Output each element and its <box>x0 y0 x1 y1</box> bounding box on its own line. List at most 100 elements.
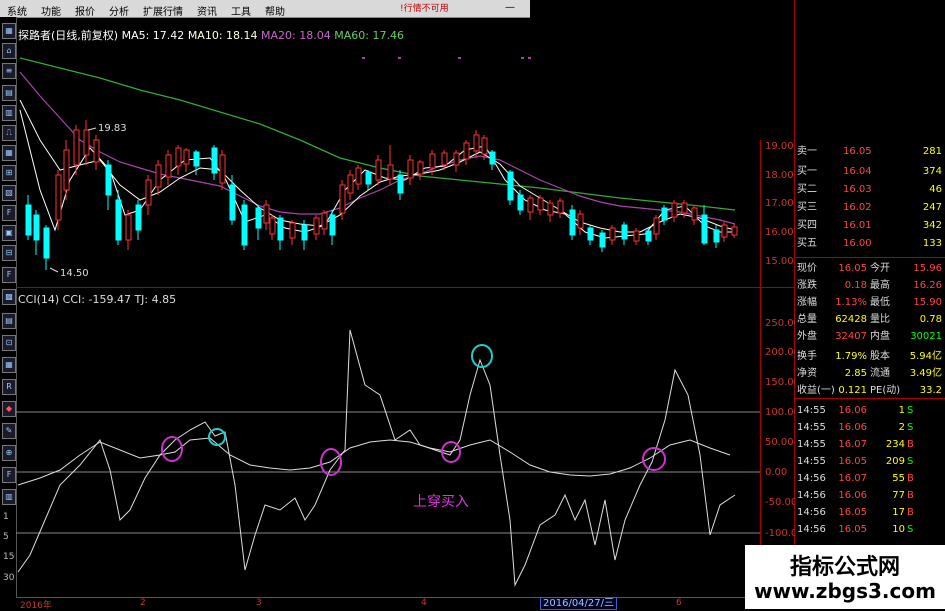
stat-label: 总量 <box>797 314 817 325</box>
tick-qty: 77 <box>892 490 905 501</box>
order-row: 买四 16.01 342 <box>795 217 945 234</box>
tick-time: 14:55 <box>797 405 826 416</box>
order-row: 买三 16.02 247 <box>795 199 945 216</box>
tick-time: 14:56 <box>797 473 826 484</box>
stat-value: 3.49亿 <box>909 368 942 379</box>
order-label: 卖一 <box>797 146 817 157</box>
tick-side: S <box>907 456 914 467</box>
tick-row: 14:56 16.05 10 S <box>795 521 945 538</box>
axis-divider <box>760 140 761 597</box>
order-label: 买二 <box>797 184 817 195</box>
tick-time: 14:55 <box>797 439 826 450</box>
price-tick-15: 15.00 <box>765 256 794 267</box>
stat-value: 2.85 <box>844 368 867 379</box>
stat-label: 涨幅 <box>797 297 817 308</box>
order-row: 卖一 16.05 281 <box>795 143 945 160</box>
low-label: 14.50 <box>60 268 89 279</box>
cursor-date-box: 2016/04/27/三 <box>540 597 618 610</box>
low-marker <box>49 267 59 273</box>
stat-row: 净资 2.85 流通 3.49亿 <box>795 365 945 382</box>
quote-panel: 卖一 16.05 281 买一 16.04 374 买二 16.03 46 买三 16.02 2… <box>795 140 945 609</box>
stat-value: 5.94亿 <box>909 351 942 362</box>
cci-tick-50: 50.00 <box>765 437 794 448</box>
stat-value: 15.90 <box>913 297 942 308</box>
stat-value: 62428 <box>835 314 867 325</box>
tick-time: 14:55 <box>797 422 826 433</box>
order-qty: 133 <box>922 238 942 249</box>
tick-row: 14:55 16.07 234 B <box>795 436 945 453</box>
high-marker <box>87 127 97 131</box>
stat-row: 收益(一) 0.121 PE(动) 33.2 <box>795 382 945 399</box>
watermark: 指标公式网 www.zbgs3.com <box>745 545 945 609</box>
tick-time: 14:56 <box>797 507 826 518</box>
tick-qty: 17 <box>892 507 905 518</box>
price-tick-17: 17.00 <box>765 198 794 209</box>
order-qty: 342 <box>922 220 942 231</box>
stat-value: 16.05 <box>838 263 867 274</box>
panel-sep-2 <box>795 398 945 399</box>
tick-qty: 2 <box>898 422 905 433</box>
date-tick: 4 <box>421 598 427 608</box>
stat-label: 涨跌 <box>797 280 817 291</box>
tj-line <box>17 437 731 486</box>
price-tick-19: 19.00 <box>765 141 794 152</box>
stat-value: 1.13% <box>835 297 867 308</box>
stat-label: 净资 <box>797 368 817 379</box>
stat-value: 15.96 <box>913 263 942 274</box>
order-price: 16.01 <box>843 220 872 231</box>
stat-value: 33.2 <box>919 385 942 396</box>
tick-time: 14:55 <box>797 456 826 467</box>
signal-dots <box>362 57 531 59</box>
stat-value: 0.121 <box>838 385 867 396</box>
panel-sep-1 <box>795 257 945 258</box>
stat-label: PE(动) <box>870 385 901 396</box>
tick-row: 14:56 16.05 17 B <box>795 504 945 521</box>
tick-row: 14:55 16.06 1 S <box>795 402 945 419</box>
cross-circle-6 <box>642 447 666 471</box>
price-tick-16: 16.00 <box>765 227 794 238</box>
order-price: 16.02 <box>843 202 872 213</box>
stat-label: 收益(一) <box>797 385 835 396</box>
tick-time: 14:56 <box>797 524 826 535</box>
cci-tick-0: 0.00 <box>765 467 788 478</box>
order-label: 买四 <box>797 220 817 231</box>
cross-circle-3 <box>320 448 342 476</box>
tick-qty: 55 <box>892 473 905 484</box>
stat-label: 外盘 <box>797 331 817 342</box>
watermark-url: www.zbgs3.com <box>754 579 936 603</box>
buy-annotation: 上穿买入 <box>413 494 469 510</box>
date-tick: 2016年 <box>20 601 52 611</box>
order-row: 买一 16.04 374 <box>795 163 945 180</box>
stat-value: 0.18 <box>844 280 867 291</box>
order-qty: 374 <box>922 166 942 177</box>
order-qty: 247 <box>922 202 942 213</box>
stat-value: 32407 <box>835 331 867 342</box>
stat-label: 最高 <box>870 280 890 291</box>
tick-row: 14:55 16.06 2 S <box>795 419 945 436</box>
order-label: 买一 <box>797 166 817 177</box>
date-tick: 2 <box>140 598 146 608</box>
stat-label: 最低 <box>870 297 890 308</box>
stat-label: 量比 <box>870 314 890 325</box>
tick-qty: 234 <box>885 439 905 450</box>
stat-row: 外盘 32407 内盘 30021 <box>795 328 945 345</box>
ma20-line <box>19 71 736 225</box>
price-tick-18: 18.00 <box>765 170 794 181</box>
tick-qty: 209 <box>885 456 905 467</box>
stat-label: 换手 <box>797 351 817 362</box>
stat-row: 涨跌 0.18 最高 16.26 <box>795 277 945 294</box>
chart-canvas <box>16 57 760 587</box>
watermark-title: 指标公式网 <box>789 555 900 580</box>
tick-side: B <box>907 507 914 518</box>
tick-side: S <box>907 524 914 535</box>
stat-row: 总量 62428 量比 0.78 <box>795 311 945 328</box>
order-row: 买五 16.00 133 <box>795 235 945 252</box>
tick-side: B <box>907 439 914 450</box>
tick-row: 14:55 16.05 209 S <box>795 453 945 470</box>
stat-label: 流通 <box>870 368 890 379</box>
cross-circle-2 <box>208 428 226 446</box>
tick-row: 14:56 16.07 55 B <box>795 470 945 487</box>
signal-circles <box>161 344 666 476</box>
stat-label: 内盘 <box>870 331 890 342</box>
tick-side: S <box>907 405 914 416</box>
